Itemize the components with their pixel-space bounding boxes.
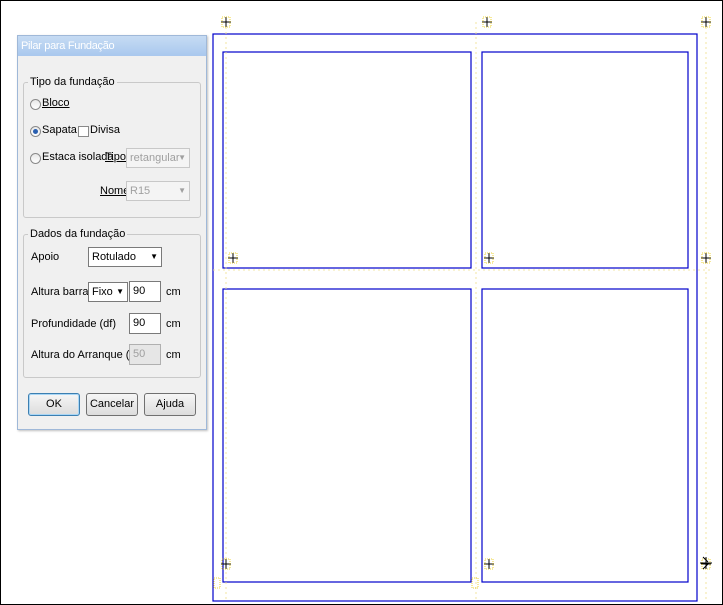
nome-select-value: R15: [130, 185, 151, 197]
help-button[interactable]: Ajuda: [144, 393, 196, 416]
panel-top-left: [222, 51, 472, 269]
outer-boundary: [212, 33, 698, 602]
radio-estaca-label[interactable]: Estaca isolada: [42, 151, 114, 163]
panel-bottom-right: [481, 288, 689, 583]
group-dados-fundacao-legend: Dados da fundação: [30, 228, 126, 240]
altura-barra-label: Altura barra: [31, 286, 89, 298]
apoio-select[interactable]: Rotulado ▼: [88, 247, 162, 267]
tipo-label: Tipo: [105, 151, 126, 163]
altura-barra-mode-select[interactable]: Fixo ▼: [88, 282, 128, 302]
marker-cross-icon: [221, 17, 231, 27]
checkbox-divisa[interactable]: [78, 126, 89, 137]
chevron-down-icon: ▼: [150, 252, 158, 261]
marker-cross-icon: [484, 559, 494, 569]
profundidade-label: Profundidade (df): [31, 318, 116, 330]
dialog-title[interactable]: Pilar para Fundação: [18, 36, 206, 56]
ok-button[interactable]: OK: [28, 393, 80, 416]
apoio-select-value: Rotulado: [92, 251, 137, 263]
nome-select[interactable]: R15 ▼: [126, 181, 190, 201]
chevron-down-icon: ▼: [178, 186, 186, 195]
chevron-down-icon: ▼: [116, 287, 124, 296]
altura-barra-input[interactable]: 90: [129, 281, 161, 302]
radio-bloco-label[interactable]: Bloco: [42, 97, 70, 109]
altura-arranque-input[interactable]: 50: [129, 344, 161, 365]
radio-bloco[interactable]: [30, 99, 41, 110]
nome-label: Nome: [100, 185, 130, 197]
altura-barra-unit: cm: [166, 286, 181, 298]
marker-cross-icon: [701, 17, 711, 27]
panel-top-right: [481, 51, 689, 269]
marker-cross-icon: [482, 17, 492, 27]
marker-cross-icon: [701, 253, 711, 263]
chevron-down-icon: ▼: [178, 153, 186, 162]
column-markers: [221, 17, 711, 569]
marker-cross-icon: [228, 253, 238, 263]
altura-barra-mode-value: Fixo: [92, 286, 113, 298]
profundidade-input[interactable]: 90: [129, 313, 161, 334]
marker-cross-icon: [484, 253, 494, 263]
pilar-fundacao-dialog: Pilar para Fundação Tipo da fundação Blo…: [17, 35, 207, 430]
radio-sapata-label[interactable]: Sapata: [42, 124, 77, 136]
checkbox-divisa-label[interactable]: Divisa: [90, 124, 120, 136]
cancel-button[interactable]: Cancelar: [86, 393, 138, 416]
apoio-label: Apoio: [31, 251, 60, 263]
marker-boxes: [213, 16, 711, 589]
group-tipo-fundacao-legend: Tipo da fundação: [30, 76, 115, 88]
radio-sapata[interactable]: [30, 126, 41, 137]
panel-bottom-left: [222, 288, 472, 583]
tipo-select-value: retangular: [130, 152, 180, 164]
guide-lines: [213, 22, 710, 600]
profundidade-unit: cm: [166, 318, 181, 330]
radio-estaca-isolada[interactable]: [30, 153, 41, 164]
tipo-select[interactable]: retangular ▼: [126, 148, 190, 168]
altura-arranque-unit: cm: [166, 349, 181, 361]
